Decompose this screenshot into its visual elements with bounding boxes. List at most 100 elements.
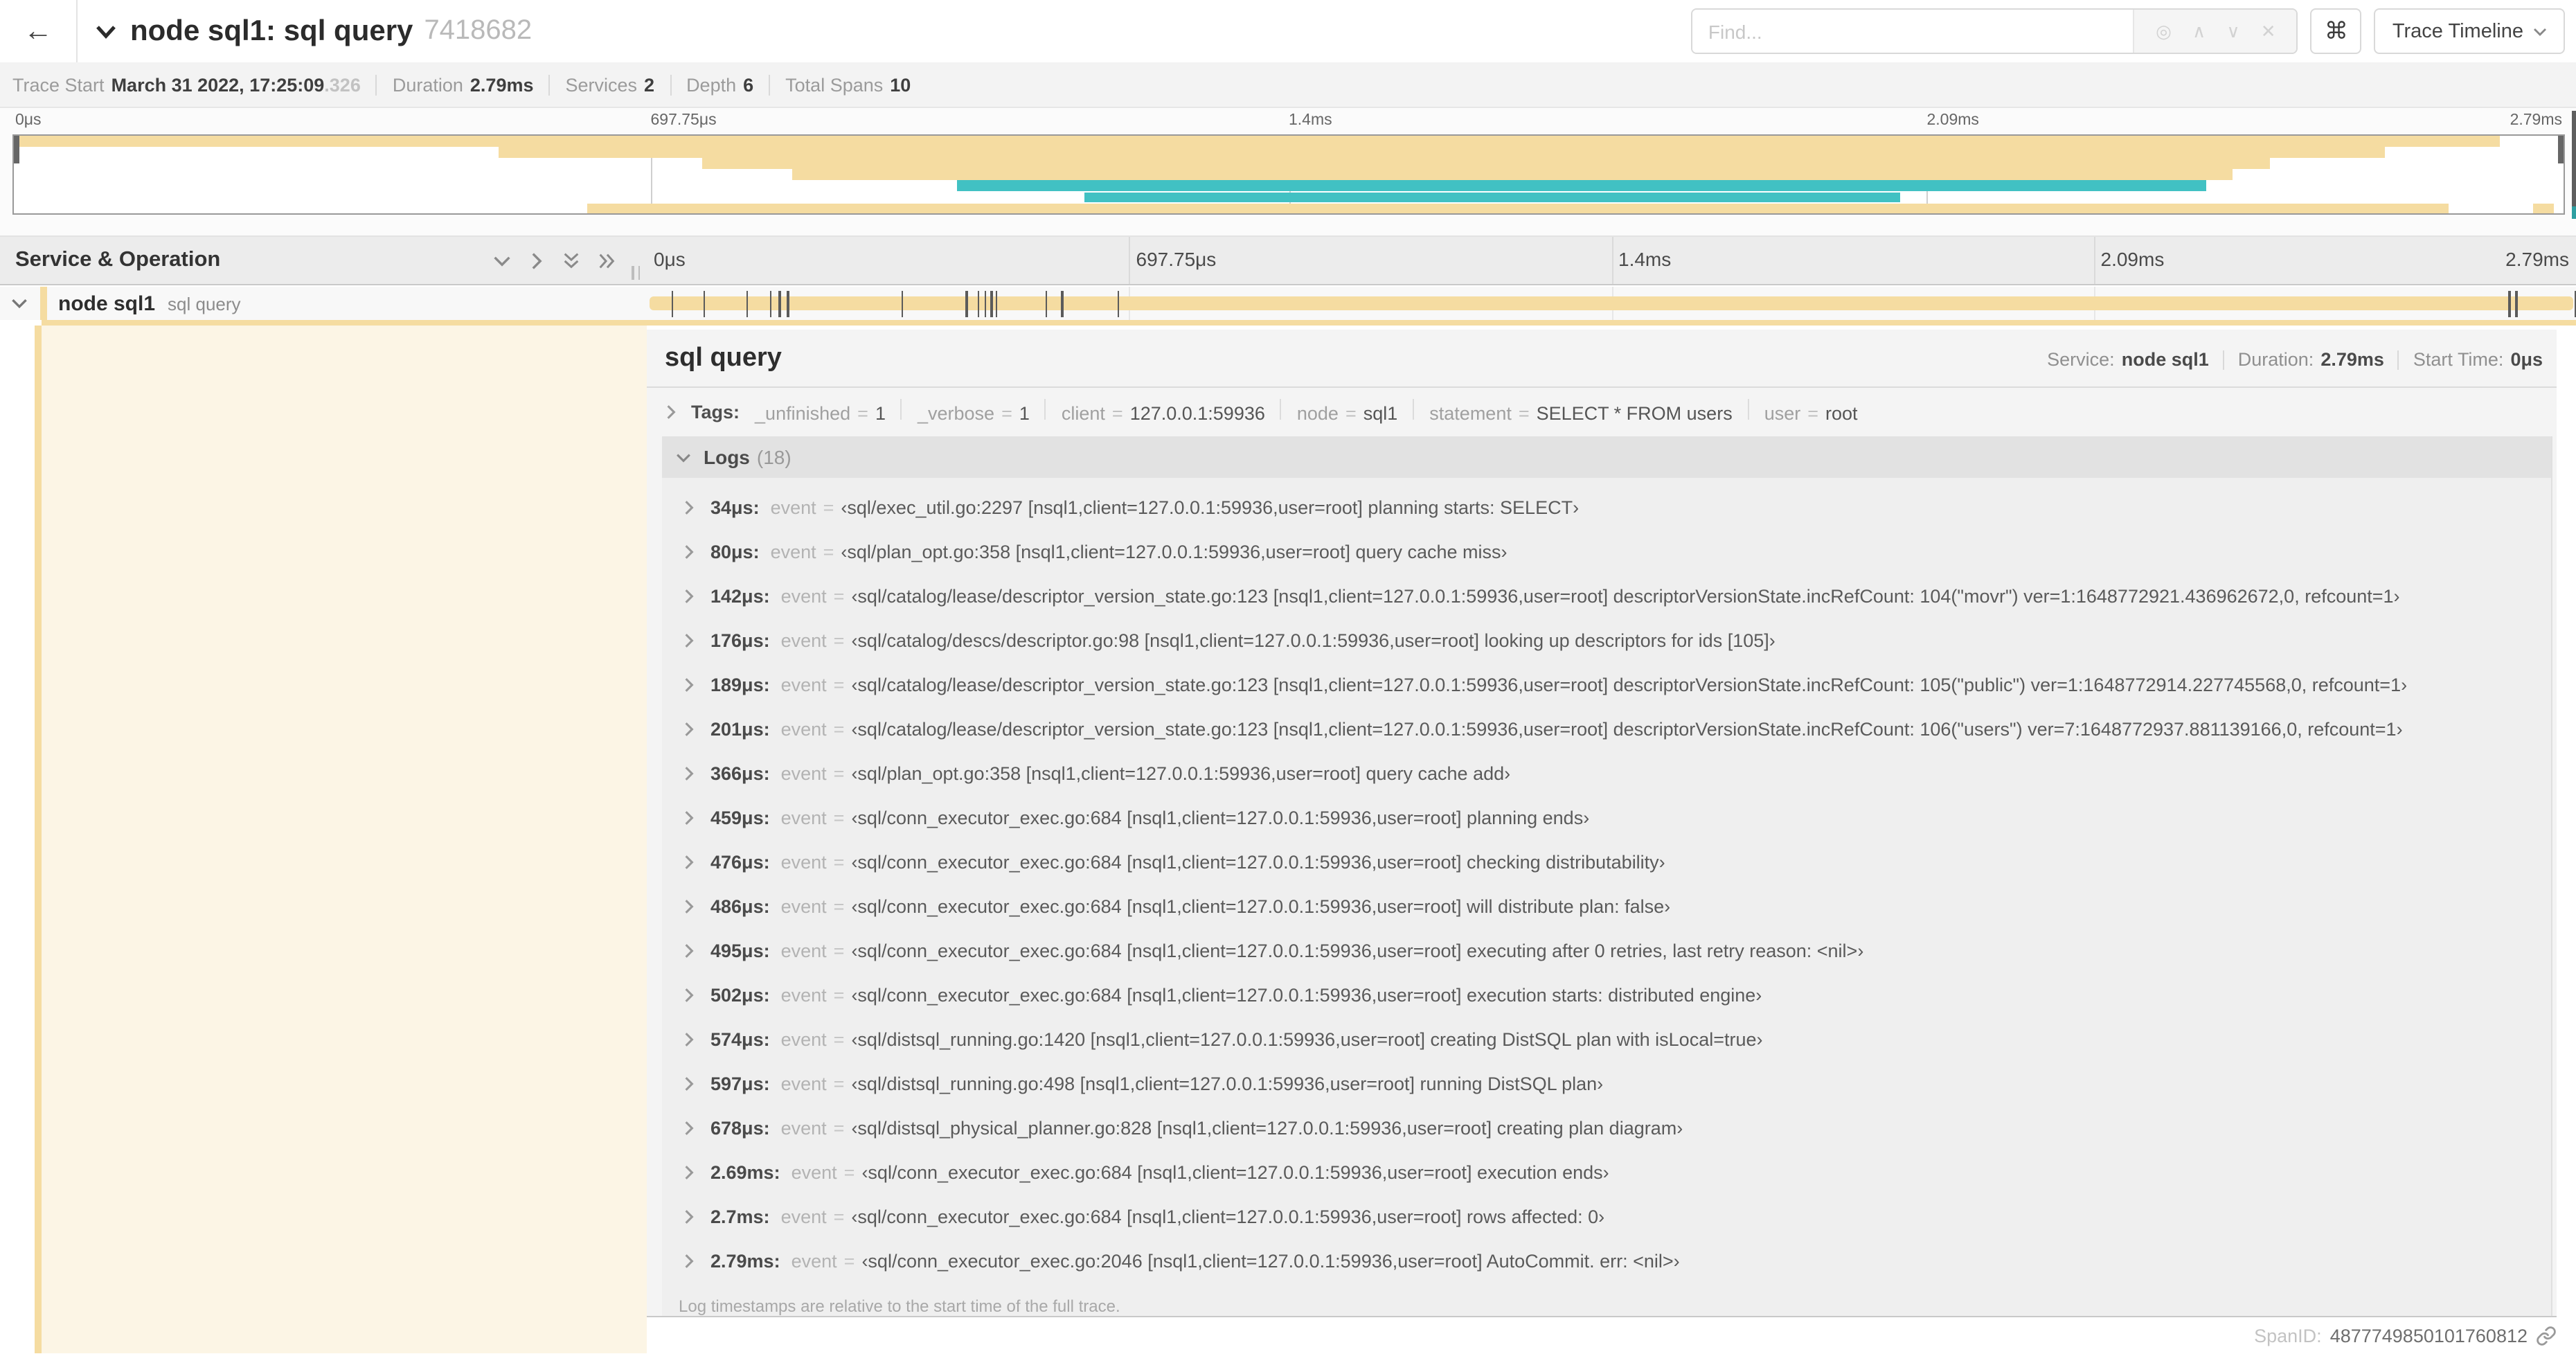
log-equals: = [833,940,845,961]
log-expand-chevron-icon[interactable] [681,1164,697,1179]
tag-separator [1280,399,1282,420]
log-expand-chevron-icon[interactable] [681,854,697,869]
log-expand-chevron-icon[interactable] [681,1253,697,1268]
log-field-key: event [780,1206,827,1227]
log-timestamp: 189μs: [710,674,770,695]
log-timestamp: 2.7ms: [710,1206,770,1227]
log-entry-row[interactable]: 678μs: event = ‹sql/distsql_physical_planne… [662,1105,2551,1150]
log-entry-row[interactable]: 176μs: event = ‹sql/catalog/descs/descripto… [662,618,2551,662]
log-entry-row[interactable]: 486μs: event = ‹sql/conn_executor_exec.go:6… [662,884,2551,928]
minimap-canvas[interactable] [12,134,2565,215]
spanid-value: 4877749850101760812 [2329,1325,2528,1346]
log-expand-chevron-icon[interactable] [681,499,697,515]
log-expand-chevron-icon[interactable] [681,1120,697,1135]
log-expand-chevron-icon[interactable] [681,677,697,692]
log-expand-chevron-icon[interactable] [681,1209,697,1224]
log-entry-row[interactable]: 574μs: event = ‹sql/distsql_running.go:1420… [662,1017,2551,1061]
log-entry-row[interactable]: 476μs: event = ‹sql/conn_executor_exec.go:6… [662,839,2551,884]
span-duration-bar[interactable] [650,296,2573,310]
log-field-value: ‹sql/distsql_running.go:1420 [nsql1,clie… [851,1028,1763,1049]
span-collapse-chevron-icon[interactable] [11,295,28,312]
log-entry-row[interactable]: 502μs: event = ‹sql/conn_executor_exec.go:6… [662,972,2551,1017]
minimap-span-bar [587,204,2449,213]
log-entry-row[interactable]: 2.7ms: event = ‹sql/conn_executor_exec.go:6… [662,1194,2551,1238]
expand-one-icon[interactable] [528,251,546,269]
log-expand-chevron-icon[interactable] [681,544,697,559]
scroll-indicator-dark[interactable] [2572,111,2576,206]
span-row-timeline-cell[interactable] [647,287,2576,320]
tag-separator [900,399,902,420]
tags-row[interactable]: Tags: _unfinished = 1 _verbose = 1 client = 127.… [647,388,2557,434]
scroll-indicator-teal[interactable] [2572,206,2576,219]
log-field-value: ‹sql/conn_executor_exec.go:684 [nsql1,cl… [851,1206,1605,1227]
log-expand-chevron-icon[interactable] [681,588,697,603]
log-entry-row[interactable]: 2.69ms: event = ‹sql/conn_executor_exec.go:… [662,1150,2551,1194]
log-expand-chevron-icon[interactable] [681,1031,697,1046]
log-expand-chevron-icon[interactable] [681,898,697,914]
log-field-key: event [780,585,827,606]
tag-key: _verbose [917,403,995,424]
log-entry-row[interactable]: 495μs: event = ‹sql/conn_executor_exec.go:6… [662,928,2551,972]
log-entry-row[interactable]: 2.79ms: event = ‹sql/conn_executor_exec.go:… [662,1238,2551,1283]
log-equals: = [843,1250,855,1271]
log-expand-chevron-icon[interactable] [681,632,697,648]
back-button[interactable]: ← [0,0,78,62]
spanid-label: SpanID: [2254,1325,2322,1346]
minimap-span-bar [14,136,2500,147]
ruler-tick-label: 2.79ms [2505,248,2569,270]
log-entry-row[interactable]: 366μs: event = ‹sql/plan_opt.go:358 [nsql1,… [662,751,2551,795]
tag-separator [1044,399,1046,420]
log-equals: = [833,674,845,695]
log-entry-row[interactable]: 189μs: event = ‹sql/catalog/lease/descripto… [662,662,2551,706]
keyboard-shortcuts-button[interactable]: ⌘ [2310,8,2362,54]
tag-separator [1747,399,1749,420]
tag-key: statement [1429,403,1512,424]
prev-match-icon[interactable]: ∧ [2192,20,2206,42]
log-expand-chevron-icon[interactable] [681,987,697,1002]
metadata-item: Depth 6 [686,74,753,95]
log-expand-chevron-icon[interactable] [681,721,697,736]
tags-expand-chevron-icon[interactable] [663,404,679,419]
logs-header[interactable]: Logs (18) [662,436,2551,478]
log-entry-row[interactable]: 201μs: event = ‹sql/catalog/lease/descripto… [662,706,2551,751]
log-timestamp: 366μs: [710,763,770,783]
span-row[interactable]: node sql1 sql query [0,287,2576,320]
column-resizer-grip[interactable] [632,266,640,280]
log-expand-chevron-icon[interactable] [681,1076,697,1091]
find-input[interactable] [1692,10,2134,53]
span-detail-area: sql query Service: node sql1 Duration: 2.7… [0,320,2576,1363]
log-marker-tick [1045,291,1048,317]
log-expand-chevron-icon[interactable] [681,765,697,781]
span-detail-operation-title: sql query [665,344,782,373]
log-entry-row[interactable]: 142μs: event = ‹sql/catalog/lease/descripto… [662,573,2551,618]
metadata-separator [375,74,377,95]
log-entry-row[interactable]: 80μs: event = ‹sql/plan_opt.go:358 [nsql1,c… [662,529,2551,573]
minimap-span-bar [2532,204,2554,213]
logs-collapse-chevron-icon[interactable] [676,449,691,465]
trace-timeline-dropdown[interactable]: Trace Timeline [2374,8,2565,54]
span-row-name-cell[interactable]: node sql1 sql query [0,287,647,320]
service-label: Service: [2047,349,2115,370]
collapse-one-icon[interactable] [493,251,511,269]
log-entry-row[interactable]: 459μs: event = ‹sql/conn_executor_exec.go:6… [662,795,2551,839]
log-timestamp: 486μs: [710,896,770,916]
minimap-viewport-handle[interactable] [2558,136,2564,163]
minimap-tick-label: 697.75μs [650,112,717,129]
log-entry-row[interactable]: 34μs: event = ‹sql/exec_util.go:2297 [nsql1… [662,485,2551,529]
log-expand-chevron-icon[interactable] [681,943,697,958]
minimap-viewport-handle[interactable] [14,136,19,163]
log-marker-tick [2508,291,2511,317]
log-marker-tick [1117,291,1119,317]
next-match-icon[interactable]: ∨ [2226,20,2239,42]
log-field-key: event [791,1161,837,1182]
expand-all-icon[interactable] [597,251,616,269]
log-entry-row[interactable]: 597μs: event = ‹sql/distsql_running.go:498 … [662,1061,2551,1105]
log-expand-chevron-icon[interactable] [681,810,697,825]
metadata-separator [548,74,551,95]
locate-icon[interactable]: ◎ [2156,20,2172,42]
clear-search-icon[interactable]: ✕ [2261,20,2276,42]
collapse-all-icon[interactable] [562,251,580,270]
trace-collapse-chevron-icon[interactable] [96,21,116,42]
log-field-key: event [780,851,827,872]
link-icon[interactable] [2536,1325,2557,1346]
